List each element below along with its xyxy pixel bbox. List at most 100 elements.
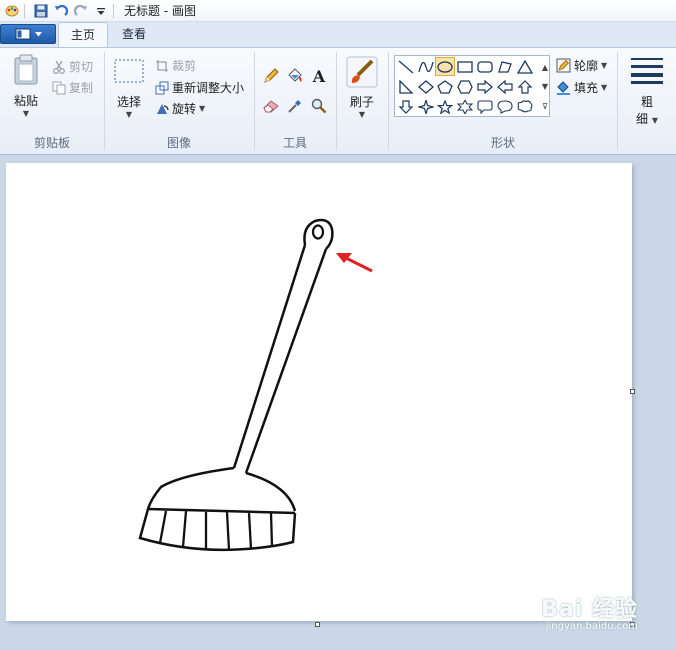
rotate-button[interactable]: 旋转 ▼ — [155, 100, 205, 117]
canvas-resize-handle-right[interactable] — [630, 389, 635, 394]
quick-access-separator — [24, 3, 25, 18]
title-separator — [113, 3, 114, 18]
oval-callout-icon — [497, 99, 513, 114]
select-dropdown-arrow[interactable]: ▼ — [111, 110, 147, 119]
color-picker-tool[interactable] — [284, 95, 306, 117]
window-title: 无标题 - 画图 — [124, 4, 196, 18]
fill-button[interactable]: 填充 ▼ — [556, 79, 607, 96]
shape-four-point-star[interactable] — [416, 97, 436, 116]
save-icon[interactable] — [33, 3, 49, 19]
broom-handle — [232, 244, 328, 474]
shape-triangle[interactable] — [515, 57, 535, 76]
clipboard-group-label: 剪贴板 — [33, 136, 70, 150]
chevron-down-icon — [34, 31, 42, 36]
broom-drawing — [138, 218, 373, 552]
shape-rounded-callout[interactable] — [475, 97, 495, 116]
outline-dropdown-arrow[interactable]: ▼ — [601, 61, 607, 70]
outline-button[interactable]: 轮廓 ▼ — [556, 57, 607, 74]
shapes-scroll-down[interactable]: ▼ — [538, 76, 552, 96]
tools-group: A 工具 — [255, 48, 335, 154]
baidu-watermark: Bai 经验 jingyan.baidu.com — [541, 591, 638, 632]
group-divider — [388, 52, 389, 150]
rotate-dropdown-arrow[interactable]: ▼ — [199, 104, 205, 113]
six-point-star-icon — [457, 99, 473, 114]
shape-down-arrow[interactable] — [396, 97, 416, 116]
shape-cloud-callout[interactable] — [515, 97, 535, 116]
brushes-button[interactable]: 刷子 ▼ — [343, 56, 381, 119]
shape-six-point-star[interactable] — [455, 97, 475, 116]
shape-hexagon[interactable] — [455, 77, 475, 96]
resize-label: 重新调整大小 — [172, 81, 245, 95]
customize-quick-access-icon[interactable] — [93, 3, 109, 19]
tab-home[interactable]: 主页 — [58, 22, 109, 47]
shapes-gallery-expand[interactable]: ⊽ — [538, 96, 552, 116]
watermark-main: Bai 经验 — [541, 597, 638, 622]
resize-icon — [155, 81, 169, 94]
shape-diamond[interactable] — [416, 77, 436, 96]
copy-label: 复制 — [69, 81, 94, 95]
shape-rounded-rectangle[interactable] — [475, 57, 495, 76]
fill-tool[interactable] — [284, 65, 306, 87]
shape-five-point-star[interactable] — [435, 97, 455, 116]
paintbrush-icon — [346, 56, 378, 88]
shape-pentagon[interactable] — [435, 77, 455, 96]
scissors-icon — [53, 60, 65, 74]
shape-left-arrow[interactable] — [495, 77, 515, 96]
left-arrow-icon — [497, 79, 513, 94]
eraser-tool[interactable] — [260, 95, 282, 117]
oval-icon — [437, 60, 453, 73]
drawing-canvas[interactable] — [6, 163, 632, 621]
copy-button[interactable]: 复制 — [52, 79, 93, 96]
fill-bucket-icon — [557, 81, 570, 95]
workspace: Bai 经验 jingyan.baidu.com — [0, 155, 676, 650]
line-icon — [398, 60, 414, 73]
broom-handle-loop — [303, 218, 334, 250]
paint-bucket-icon — [288, 68, 302, 82]
pencil-tool[interactable] — [260, 65, 282, 87]
tab-view[interactable]: 查看 — [110, 22, 158, 47]
size-button[interactable]: 粗 细 ▼ — [624, 56, 670, 127]
fill-dropdown-arrow[interactable]: ▼ — [601, 83, 607, 92]
crop-button[interactable]: 裁剪 — [155, 57, 196, 74]
shape-oval[interactable] — [435, 57, 455, 76]
four-point-star-icon — [418, 99, 434, 114]
magnifier-tool[interactable] — [308, 95, 330, 117]
undo-icon[interactable] — [53, 3, 69, 19]
shapes-scroll-up[interactable]: ▲ — [538, 57, 552, 77]
resize-button[interactable]: 重新调整大小 — [155, 79, 244, 96]
bristle-lines — [158, 510, 274, 551]
shape-curve[interactable] — [416, 57, 436, 76]
shape-up-arrow[interactable] — [515, 77, 535, 96]
shape-polygon[interactable] — [495, 57, 515, 76]
paste-dropdown-arrow[interactable]: ▼ — [6, 109, 46, 118]
brushes-dropdown-arrow[interactable]: ▼ — [343, 110, 381, 119]
shape-rectangle[interactable] — [455, 57, 475, 76]
clipboard-icon — [14, 54, 38, 85]
paint-app-icon[interactable] — [4, 3, 20, 19]
paint-menu-button[interactable] — [0, 24, 56, 44]
diamond-icon — [418, 79, 434, 94]
rounded-rectangle-icon — [477, 60, 493, 73]
group-divider — [617, 52, 618, 150]
size-dropdown-arrow[interactable]: ▼ — [652, 116, 658, 125]
shape-right-triangle[interactable] — [396, 77, 416, 96]
curve-icon — [418, 61, 434, 72]
eyedropper-icon — [288, 100, 301, 113]
paste-button[interactable]: 粘贴 ▼ — [6, 54, 46, 118]
hexagon-icon — [457, 79, 473, 94]
select-button[interactable]: 选择 ▼ — [111, 58, 147, 119]
down-arrow-icon — [398, 99, 414, 114]
shape-right-arrow[interactable] — [475, 77, 495, 96]
rounded-callout-icon — [477, 99, 493, 114]
ribbon: 粘贴 ▼ 剪切 复制 剪贴板 选择 ▼ 裁剪 重新调整大小 旋转 ▼ 图像 A … — [0, 47, 676, 155]
red-arrow-head — [336, 253, 352, 263]
shape-oval-callout[interactable] — [495, 97, 515, 116]
rectangle-icon — [457, 60, 473, 73]
fill-label: 填充 — [574, 81, 599, 95]
text-tool[interactable]: A — [308, 65, 330, 87]
canvas-resize-handle-bottom[interactable] — [315, 622, 320, 627]
select-label: 选择 — [116, 95, 141, 109]
cut-button[interactable]: 剪切 — [52, 58, 93, 75]
redo-icon[interactable] — [73, 3, 89, 19]
shape-line[interactable] — [396, 57, 416, 76]
